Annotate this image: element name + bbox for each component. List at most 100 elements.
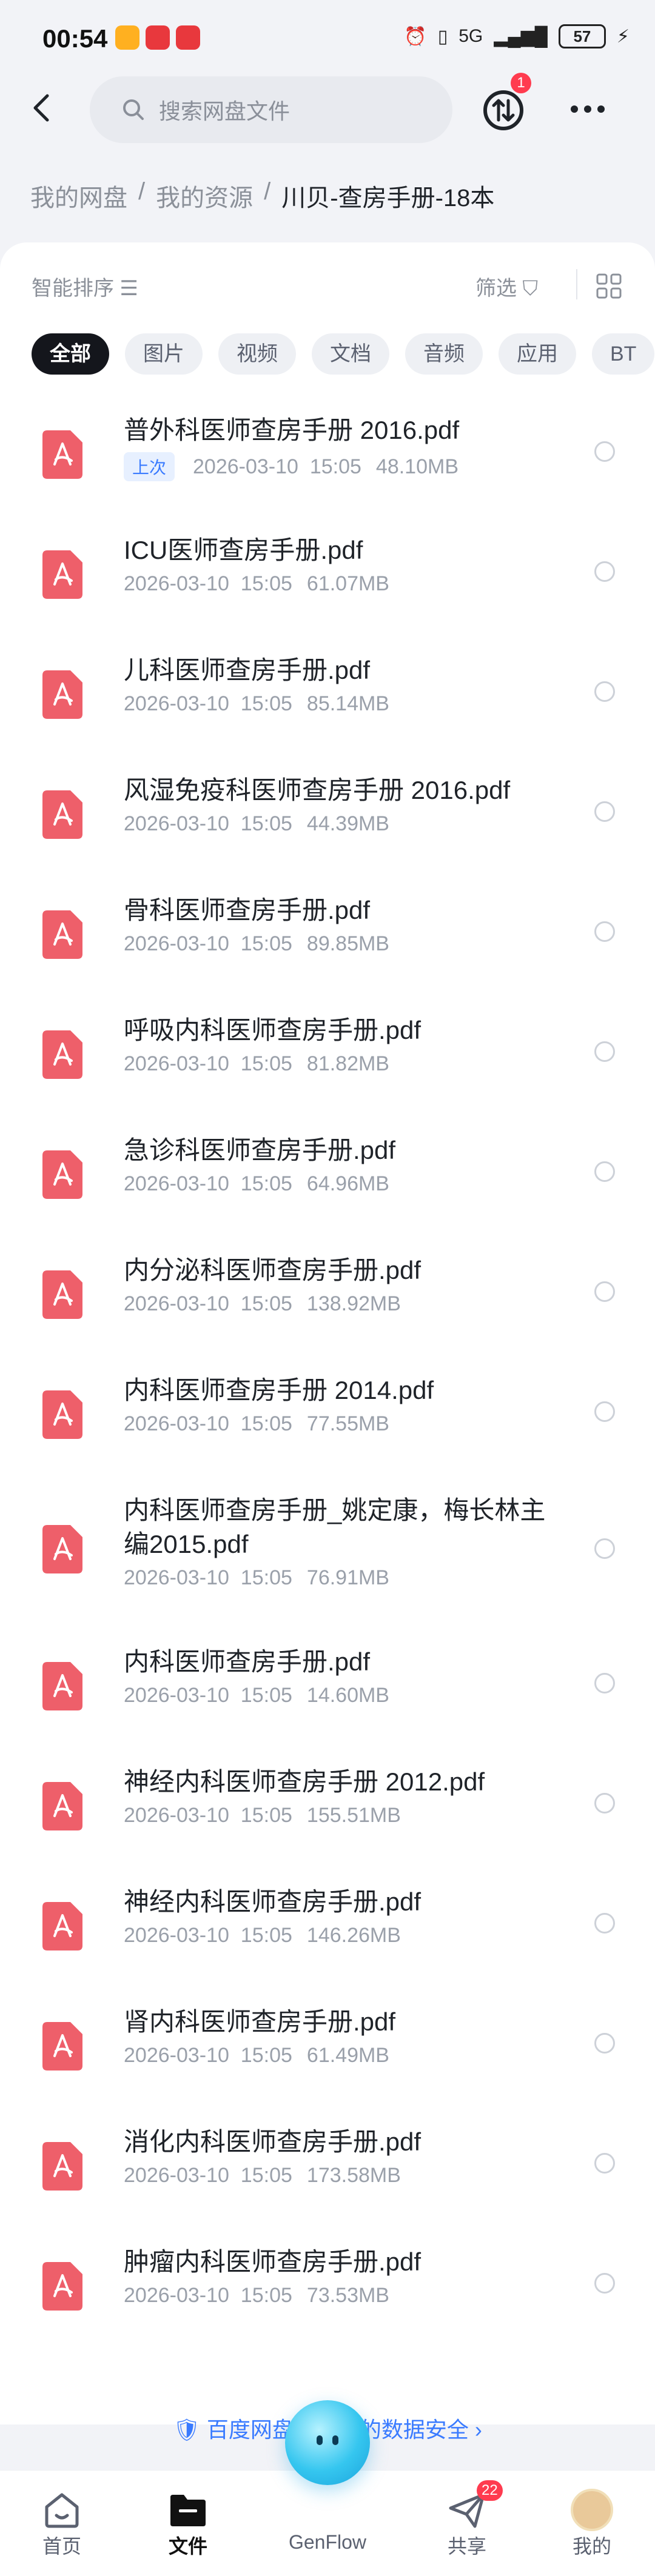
file-meta: 2026-03-10 15:05 14.60MB bbox=[124, 1684, 389, 1707]
file-row[interactable]: 内科医师查房手册.pdf 2026-03-10 15:05 14.60MB bbox=[0, 1632, 655, 1752]
select-checkbox[interactable] bbox=[594, 681, 615, 702]
more-icon[interactable] bbox=[566, 91, 609, 127]
charging-icon: ⚡ bbox=[616, 26, 630, 47]
file-size: 64.96MB bbox=[306, 1172, 389, 1195]
file-row[interactable]: 肾内科医师查房手册.pdf 2026-03-10 15:05 61.49MB bbox=[0, 1992, 655, 2112]
file-size: 14.60MB bbox=[306, 1684, 389, 1707]
file-meta: 2026-03-10 15:05 85.14MB bbox=[124, 692, 389, 716]
file-row[interactable]: 消化内科医师查房手册.pdf 2026-03-10 15:05 173.58MB bbox=[0, 2112, 655, 2232]
file-date: 2026-03-10 15:05 bbox=[124, 1924, 292, 1947]
file-meta: 2026-03-10 15:05 89.85MB bbox=[124, 932, 389, 956]
file-row[interactable]: 内科医师查房手册_姚定康，梅长林主编2015.pdf 2026-03-10 15:… bbox=[0, 1480, 655, 1632]
file-name: 呼吸内科医师查房手册.pdf bbox=[124, 1016, 422, 1044]
search-icon bbox=[123, 99, 144, 120]
nav-files[interactable]: 文件 bbox=[139, 2489, 237, 2559]
filter-button[interactable]: 筛选 ⛉ bbox=[475, 272, 538, 301]
breadcrumb-item-my-resources[interactable]: 我的资源 bbox=[156, 178, 253, 213]
file-size: 138.92MB bbox=[306, 1292, 401, 1315]
file-row[interactable]: 内分泌科医师查房手册.pdf 2026-03-10 15:05 138.92MB bbox=[0, 1240, 655, 1360]
tab-1[interactable]: 图片 bbox=[125, 333, 203, 375]
back-arrow-icon[interactable] bbox=[24, 90, 61, 126]
file-row[interactable]: 风湿免疫科医师查房手册 2016.pdf 2026-03-10 15:05 44.3… bbox=[0, 760, 655, 880]
file-meta: 2026-03-10 15:05 155.51MB bbox=[124, 1804, 401, 1827]
file-row[interactable]: 急诊科医师查房手册.pdf 2026-03-10 15:05 64.96MB bbox=[0, 1120, 655, 1240]
file-row[interactable]: 神经内科医师查房手册 2012.pdf 2026-03-10 15:05 155.5… bbox=[0, 1752, 655, 1872]
file-size: 77.55MB bbox=[306, 1412, 389, 1435]
file-row[interactable]: ICU医师查房手册.pdf 2026-03-10 15:05 61.07MB bbox=[0, 520, 655, 640]
select-checkbox[interactable] bbox=[594, 1793, 615, 1814]
nav-me[interactable]: 我的 bbox=[543, 2489, 640, 2559]
grid-view-icon[interactable] bbox=[596, 273, 622, 299]
genflow-icon[interactable] bbox=[285, 2400, 370, 2485]
file-row[interactable]: 呼吸内科医师查房手册.pdf 2026-03-10 15:05 81.82MB bbox=[0, 1000, 655, 1120]
chevron-right-icon: › bbox=[474, 2417, 482, 2442]
file-row[interactable]: 儿科医师查房手册.pdf 2026-03-10 15:05 85.14MB bbox=[0, 640, 655, 760]
select-checkbox[interactable] bbox=[594, 441, 615, 462]
pdf-file-icon bbox=[42, 550, 82, 599]
tab-0[interactable]: 全部 bbox=[32, 333, 109, 375]
select-checkbox[interactable] bbox=[594, 2153, 615, 2174]
select-checkbox[interactable] bbox=[594, 1673, 615, 1693]
file-date: 2026-03-10 15:05 bbox=[124, 572, 292, 595]
select-checkbox[interactable] bbox=[594, 561, 615, 582]
file-date: 2026-03-10 15:05 bbox=[124, 692, 292, 715]
file-name: 肿瘤内科医师查房手册.pdf bbox=[124, 2247, 422, 2276]
file-meta: 2026-03-10 15:05 64.96MB bbox=[124, 1172, 389, 1196]
file-name: 儿科医师查房手册.pdf bbox=[124, 656, 371, 684]
tab-6[interactable]: BT bbox=[592, 333, 655, 375]
nav-share[interactable]: 共享 bbox=[418, 2489, 516, 2559]
file-size: 76.91MB bbox=[306, 1566, 389, 1589]
pdf-file-icon bbox=[42, 1030, 82, 1079]
select-checkbox[interactable] bbox=[594, 2033, 615, 2054]
notification-app-icon bbox=[176, 25, 200, 50]
tab-4[interactable]: 音频 bbox=[405, 333, 483, 375]
select-checkbox[interactable] bbox=[594, 1913, 615, 1934]
pdf-file-icon bbox=[42, 1662, 82, 1710]
nav-home[interactable]: 首页 bbox=[13, 2489, 110, 2559]
select-checkbox[interactable] bbox=[594, 921, 615, 942]
tab-5[interactable]: 应用 bbox=[499, 333, 576, 375]
file-size: 44.39MB bbox=[306, 812, 389, 835]
signal-label: 5G bbox=[458, 26, 483, 46]
file-name: 内科医师查房手册.pdf bbox=[124, 1647, 371, 1676]
file-date: 2026-03-10 15:05 bbox=[124, 1052, 292, 1075]
tab-2[interactable]: 视频 bbox=[218, 333, 296, 375]
file-size: 61.07MB bbox=[306, 572, 389, 595]
file-row[interactable]: 普外科医师查房手册 2016.pdf 上次 2026-03-10 15:05 48.1… bbox=[0, 400, 655, 520]
select-checkbox[interactable] bbox=[594, 1538, 615, 1559]
file-name: 肾内科医师查房手册.pdf bbox=[124, 2007, 396, 2036]
pdf-file-icon bbox=[42, 1782, 82, 1830]
file-date: 2026-03-10 15:05 bbox=[124, 812, 292, 835]
file-row[interactable]: 骨科医师查房手册.pdf 2026-03-10 15:05 89.85MB bbox=[0, 880, 655, 1000]
notification-app-icon bbox=[146, 25, 170, 50]
file-name: ICU医师查房手册.pdf bbox=[124, 536, 363, 564]
file-size: 155.51MB bbox=[306, 1804, 401, 1827]
file-row[interactable]: 内科医师查房手册 2014.pdf 2026-03-10 15:05 77.55MB bbox=[0, 1360, 655, 1480]
breadcrumb-item-my-drive[interactable]: 我的网盘 bbox=[30, 178, 127, 213]
file-meta: 2026-03-10 15:05 138.92MB bbox=[124, 1292, 401, 1316]
select-checkbox[interactable] bbox=[594, 1041, 615, 1062]
select-checkbox[interactable] bbox=[594, 801, 615, 822]
file-meta: 2026-03-10 15:05 73.53MB bbox=[124, 2284, 389, 2307]
tab-3[interactable]: 文档 bbox=[312, 333, 389, 375]
select-checkbox[interactable] bbox=[594, 2273, 615, 2294]
file-date: 2026-03-10 15:05 bbox=[124, 1292, 292, 1315]
status-time: 00:54 bbox=[42, 24, 108, 53]
select-checkbox[interactable] bbox=[594, 1161, 615, 1182]
file-meta: 2026-03-10 15:05 81.82MB bbox=[124, 1052, 389, 1076]
file-date: 2026-03-10 15:05 bbox=[124, 2164, 292, 2187]
file-size: 85.14MB bbox=[306, 692, 389, 715]
transfer-icon[interactable] bbox=[480, 87, 526, 133]
file-size: 173.58MB bbox=[306, 2164, 401, 2187]
sort-button[interactable]: 智能排序 ☰ bbox=[32, 272, 138, 301]
file-date: 2026-03-10 15:05 bbox=[124, 1412, 292, 1435]
file-meta: 2026-03-10 15:05 61.49MB bbox=[124, 2044, 389, 2067]
file-name: 内科医师查房手册_姚定康，梅长林主编2015.pdf bbox=[124, 1496, 546, 1558]
select-checkbox[interactable] bbox=[594, 1401, 615, 1422]
search-input[interactable]: 搜索网盘文件 bbox=[90, 76, 452, 143]
file-row[interactable]: 肿瘤内科医师查房手册.pdf 2026-03-10 15:05 73.53MB bbox=[0, 2232, 655, 2352]
nav-genflow[interactable]: GenFlow bbox=[279, 2489, 376, 2554]
file-row[interactable]: 神经内科医师查房手册.pdf 2026-03-10 15:05 146.26MB bbox=[0, 1872, 655, 1992]
file-size: 146.26MB bbox=[306, 1924, 401, 1947]
select-checkbox[interactable] bbox=[594, 1281, 615, 1302]
